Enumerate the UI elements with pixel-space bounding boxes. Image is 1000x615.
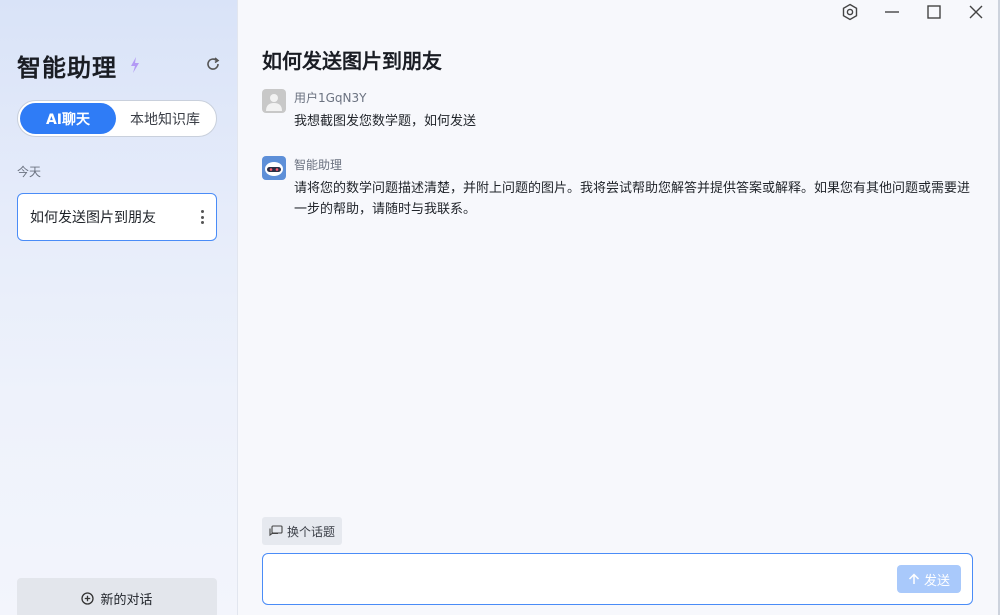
arrow-up-icon — [908, 573, 920, 584]
mode-switch: AI聊天 本地知识库 — [17, 100, 217, 137]
change-topic-button[interactable]: 换个话题 — [262, 517, 342, 545]
minimize-icon[interactable] — [882, 2, 902, 22]
app-header: 智能助理 — [17, 48, 221, 82]
section-label-today: 今天 — [17, 165, 42, 179]
maximize-icon[interactable] — [924, 2, 944, 22]
new-chat-button[interactable]: 新的对话 — [17, 578, 217, 615]
conversation-item[interactable]: 如何发送图片到朋友 — [17, 193, 217, 241]
send-label: 发送 — [923, 573, 950, 589]
tab-local-knowledge-base[interactable]: 本地知识库 — [116, 103, 214, 134]
sender-name: 智能助理 — [294, 158, 343, 172]
refresh-icon[interactable] — [205, 56, 221, 72]
robot-avatar-icon — [262, 156, 286, 180]
app-title: 智能助理 — [17, 53, 117, 82]
change-topic-label: 换个话题 — [286, 524, 335, 539]
sparkle-icon — [131, 57, 139, 73]
message-input[interactable] — [273, 562, 893, 598]
conversation-title: 如何发送图片到朋友 — [30, 210, 156, 226]
sidebar: 智能助理 AI聊天 本地知识库 今天 如何发送图片到朋友 新的对话 — [0, 0, 238, 615]
page-title: 如何发送图片到朋友 — [262, 49, 442, 73]
sender-name: 用户1GqN3Y — [294, 91, 367, 105]
send-button[interactable]: 发送 — [897, 565, 961, 593]
tab-ai-chat[interactable]: AI聊天 — [20, 103, 116, 134]
message-input-box: 发送 — [262, 553, 973, 605]
settings-icon[interactable] — [840, 2, 860, 22]
more-options-icon[interactable] — [200, 210, 204, 224]
close-icon[interactable] — [966, 2, 986, 22]
message-text: 我想截图发您数学题，如何发送 — [294, 114, 477, 129]
message-text: 请将您的数学问题描述清楚，并附上问题的图片。我将尝试帮助您解答并提供答案或解释。… — [294, 181, 971, 217]
user-avatar-icon — [262, 89, 286, 113]
add-chat-icon — [81, 591, 95, 605]
chat-bubble-icon — [269, 525, 283, 537]
new-chat-label: 新的对话 — [100, 592, 153, 608]
